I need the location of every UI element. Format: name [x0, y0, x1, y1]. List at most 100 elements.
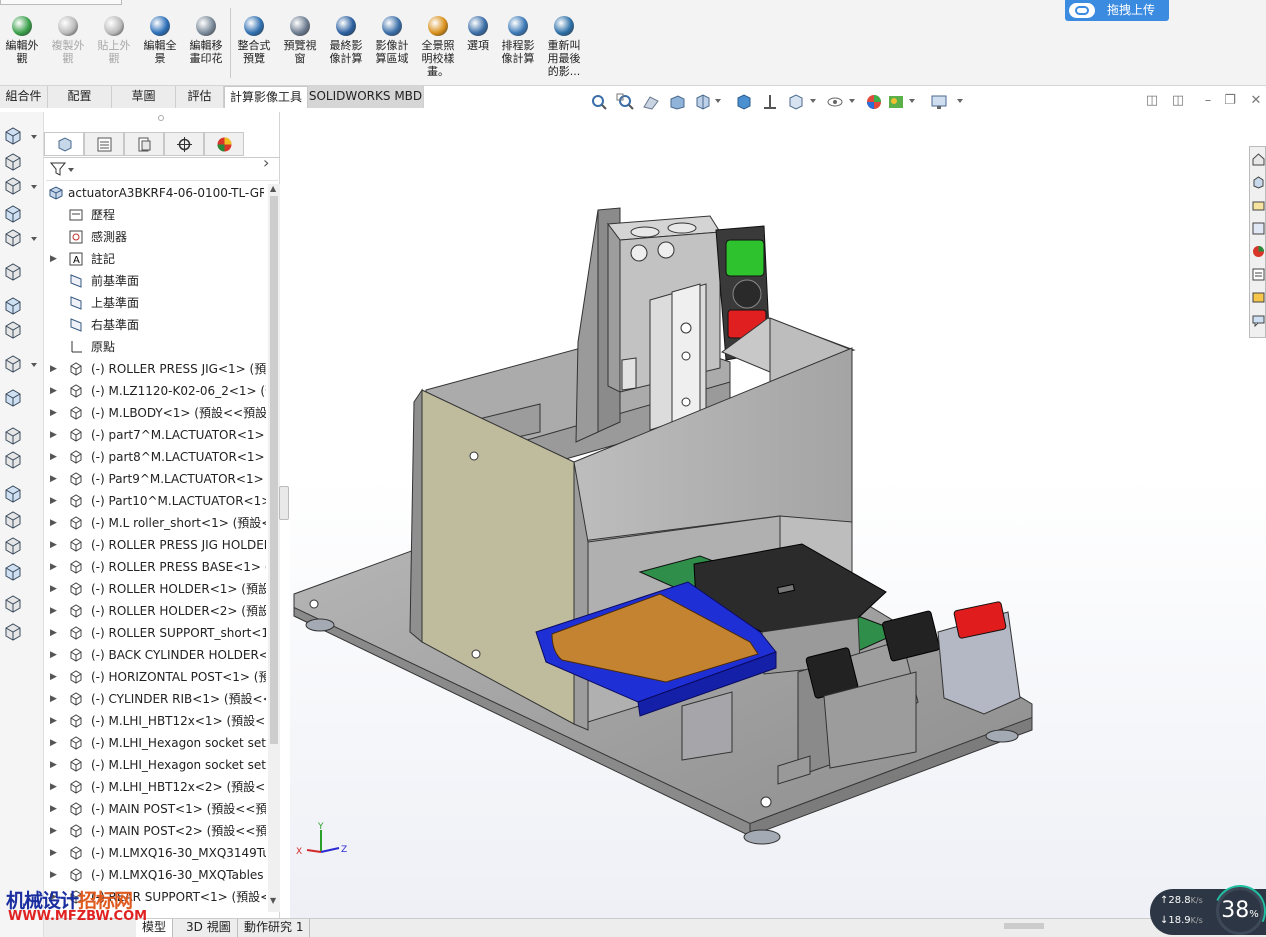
tree-item[interactable]: 前基準面 [44, 270, 266, 292]
previous-view-icon[interactable] [642, 93, 660, 111]
recall-last-render-button[interactable]: 重新叫 用最後 的影... [542, 16, 586, 78]
tree-scrollbar[interactable]: ▲ ▼ [268, 184, 280, 912]
restore-icon[interactable]: ❐ [1223, 94, 1237, 108]
tile-right-icon[interactable]: ◫ [1171, 94, 1185, 108]
green-start-button[interactable] [725, 239, 765, 277]
interference-detection-icon[interactable] [3, 484, 23, 504]
filter-funnel-icon[interactable] [50, 161, 66, 177]
tab-dimxpertmanager[interactable] [164, 132, 204, 156]
appearances-scenes-icon[interactable] [1252, 245, 1265, 258]
new-motion-study-icon[interactable] [3, 354, 23, 374]
expand-chevron-icon[interactable]: ▶ [50, 534, 57, 556]
selector-knob[interactable] [732, 279, 762, 309]
expand-chevron-icon[interactable]: ▶ [50, 622, 57, 644]
expand-chevron-icon[interactable]: ▶ [50, 468, 57, 490]
command-dropdown-icon[interactable] [31, 185, 37, 189]
tree-item[interactable]: ▶ (-) MAIN POST<2> (預設<<預設 [44, 820, 266, 842]
section-view-icon[interactable] [668, 93, 686, 111]
tree-item[interactable]: ▶ A 註記 [44, 248, 266, 270]
explode-line-sketch-icon[interactable] [3, 450, 23, 470]
tree-item[interactable]: ▶ (-) M.L roller_short<1> (預設<< [44, 512, 266, 534]
expand-chevron-icon[interactable]: ▶ [50, 666, 57, 688]
custom-properties-icon[interactable] [1252, 268, 1265, 281]
expand-chevron-icon[interactable]: ▶ [50, 490, 57, 512]
horizontal-scroll-thumb[interactable] [1004, 923, 1044, 929]
command-dropdown-icon[interactable] [31, 237, 37, 241]
edit-appearance-button[interactable]: 編輯外 觀 [0, 16, 44, 65]
expand-chevron-icon[interactable]: ▶ [50, 688, 57, 710]
chat-icon[interactable] [1252, 314, 1265, 327]
expand-chevron-icon[interactable]: ▶ [50, 600, 57, 622]
tree-item[interactable]: 歷程 [44, 204, 266, 226]
zoom-to-area-icon[interactable] [616, 93, 634, 111]
scene-illumination-proof-button[interactable]: 全景照 明校樣 畫。 [416, 16, 460, 78]
tab-featuremanager[interactable] [44, 132, 84, 156]
tree-item[interactable]: ▶ (-) ROLLER PRESS JIG<1> (預設 [44, 358, 266, 380]
tree-item[interactable]: 上基準面 [44, 292, 266, 314]
hide-show-eye-icon[interactable] [826, 93, 844, 111]
reference-geometry-icon[interactable] [3, 320, 23, 340]
filter-dropdown-icon[interactable] [68, 168, 74, 172]
tab-0[interactable]: 組合件 [0, 86, 48, 108]
view-orientation-dropdown-icon[interactable] [715, 99, 721, 103]
tree-item[interactable]: ▶ (-) Part10^M.LACTUATOR<1> ( [44, 490, 266, 512]
tree-item[interactable]: ▶ (-) MAIN POST<1> (預設<<預設 [44, 798, 266, 820]
expand-chevron-icon[interactable]: ▶ [50, 424, 57, 446]
expand-chevron-icon[interactable]: ▶ [50, 556, 57, 578]
scene-dropdown-icon[interactable] [909, 99, 915, 103]
edit-scene-button[interactable]: 編輯全 景 [138, 16, 182, 65]
tree-item[interactable]: ▶ (-) ROLLER HOLDER<2> (預設< [44, 600, 266, 622]
tree-item[interactable]: ▶ (-) HORIZONTAL POST<1> (預 [44, 666, 266, 688]
render-region-button[interactable]: 影像計 算區域 [370, 16, 414, 65]
panel-grip-icon[interactable] [158, 115, 164, 121]
tree-filter-row[interactable] [46, 159, 278, 181]
expand-chevron-icon[interactable]: ▶ [50, 644, 57, 666]
insert-components-icon[interactable] [3, 126, 23, 146]
command-dropdown-icon[interactable] [31, 363, 37, 367]
tab-displaymanager[interactable] [204, 132, 244, 156]
tree-item[interactable]: 右基準面 [44, 314, 266, 336]
tree-item[interactable]: 感測器 [44, 226, 266, 248]
file-explorer-icon[interactable] [1252, 199, 1265, 212]
linear-pattern-icon[interactable] [3, 176, 23, 196]
tree-item[interactable]: ▶ (-) ROLLER SUPPORT_short<1> [44, 622, 266, 644]
expand-chevron-icon[interactable]: ▶ [50, 864, 57, 886]
options-button[interactable]: 選項 [456, 16, 500, 52]
expand-chevron-icon[interactable]: ▶ [50, 380, 57, 402]
tree-item[interactable]: ▶ (-) M.LHI_HBT12x<2> (預設<<預 [44, 776, 266, 798]
network-speed-meter[interactable]: ↑28.8K/s ↓18.9K/s 38% [1150, 877, 1266, 937]
tree-item[interactable]: ▶ (-) CYLINDER RIB<1> (預設<<預 [44, 688, 266, 710]
minimize-icon[interactable]: – [1201, 94, 1215, 108]
preview-window-button[interactable]: 預覽視 窗 [278, 16, 322, 65]
actuator-assembly-model[interactable] [290, 112, 1266, 918]
expand-chevron-icon[interactable]: ▶ [50, 402, 57, 424]
final-render-button[interactable]: 最終影 像計算 [324, 16, 368, 65]
instant3d-icon[interactable] [3, 622, 23, 642]
graphics-area[interactable] [290, 112, 1266, 918]
tree-item[interactable]: ▶ (-) M.LHI_Hexagon socket set s [44, 732, 266, 754]
edit-decal-button[interactable]: 編輯移 畫印花 [184, 16, 228, 65]
scroll-up-arrow-icon[interactable]: ▲ [270, 184, 276, 193]
expand-chevron-icon[interactable]: ▶ [50, 842, 57, 864]
apply-scene-icon[interactable] [887, 93, 905, 111]
integrated-preview-button[interactable]: 整合式 預覽 [232, 16, 276, 65]
tree-item[interactable]: ▶ (-) M.LHI_HBT12x<1> (預設<<預 [44, 710, 266, 732]
display-style-icon[interactable] [761, 93, 779, 111]
show-hidden-icon[interactable] [3, 262, 23, 282]
tab-configurationmanager[interactable] [124, 132, 164, 156]
solidworks-resources-home-icon[interactable] [1252, 153, 1265, 166]
tab-1[interactable]: 配置 [48, 86, 112, 108]
tree-item[interactable]: ▶ (-) Part9^M.LACTUATOR<1> ( [44, 468, 266, 490]
expand-chevron-icon[interactable]: ▶ [50, 248, 57, 270]
expand-chevron-icon[interactable]: ▶ [50, 710, 57, 732]
zoom-to-fit-icon[interactable] [590, 93, 608, 111]
command-dropdown-icon[interactable] [31, 135, 37, 139]
exploded-view-icon[interactable] [3, 426, 23, 446]
tree-item[interactable]: ▶ (-) M.LHI_Hexagon socket set s [44, 754, 266, 776]
tree-item[interactable]: ▶ (-) M.LZ1120-K02-06_2<1> (預 [44, 380, 266, 402]
solidworks-forum-icon[interactable] [1252, 291, 1265, 304]
tree-item[interactable]: ▶ (-) M.LMXQ16-30_MXQ3149Tu [44, 842, 266, 864]
clearance-verification-icon[interactable] [3, 510, 23, 530]
bill-of-materials-icon[interactable] [3, 388, 23, 408]
schedule-render-button[interactable]: 排程影 像計算 [496, 16, 540, 65]
